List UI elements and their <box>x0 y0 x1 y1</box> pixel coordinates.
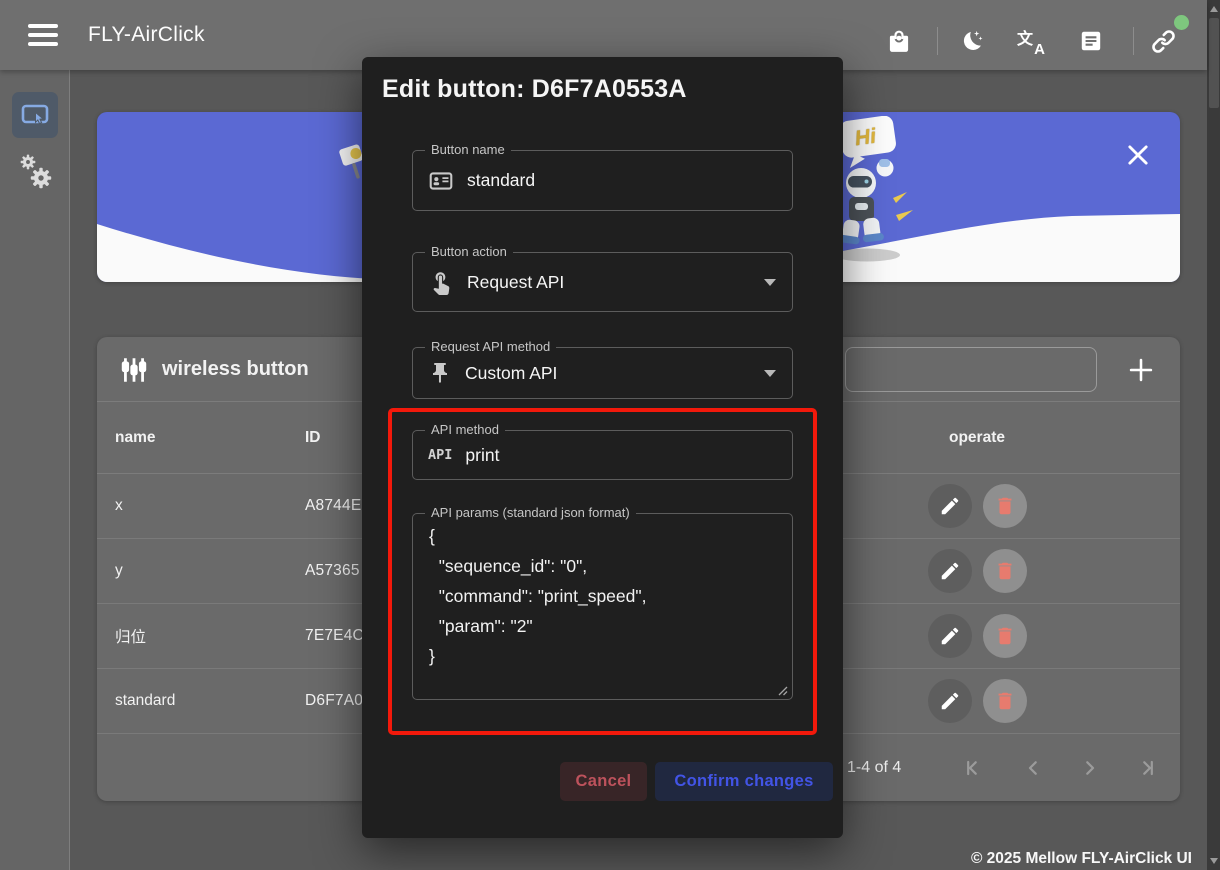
next-page-button[interactable] <box>1070 748 1110 788</box>
scrollbar-thumb[interactable] <box>1209 18 1219 108</box>
trash-icon <box>994 560 1016 582</box>
last-page-button[interactable] <box>1127 748 1167 788</box>
edit-button[interactable] <box>928 614 972 658</box>
card-title: wireless button <box>162 358 309 381</box>
connection-status-dot <box>1174 15 1189 30</box>
trash-icon <box>994 495 1016 517</box>
pencil-icon <box>939 560 961 582</box>
column-header-operate: operate <box>907 402 1047 473</box>
edit-button[interactable] <box>928 549 972 593</box>
dark-mode-moon-icon[interactable] <box>949 19 993 63</box>
delete-button[interactable] <box>983 484 1027 528</box>
gears-icon <box>17 152 55 192</box>
edit-button-dialog: Edit button: D6F7A0553A Button name stan… <box>362 57 843 838</box>
first-page-button[interactable] <box>953 748 993 788</box>
column-header-id: ID <box>305 402 321 473</box>
sliders-icon <box>119 356 149 384</box>
card-title-row: wireless button <box>119 337 309 402</box>
row-id: A57365 <box>305 539 360 603</box>
confirm-changes-button[interactable]: Confirm changes <box>655 762 833 801</box>
edit-button[interactable] <box>928 679 972 723</box>
sidebar-item-settings[interactable] <box>17 152 55 192</box>
moon-icon-glyph <box>958 28 985 55</box>
api-text-icon: API <box>428 447 452 463</box>
chevron-left-icon <box>1021 756 1045 780</box>
toolbar-separator <box>1133 27 1134 55</box>
sidebar-item-remote[interactable] <box>12 92 58 138</box>
column-header-name: name <box>115 402 156 473</box>
chevron-right-icon <box>1078 756 1102 780</box>
row-id: D6F7A0 <box>305 669 363 733</box>
app-window: FLY-AirClick 文 A <box>0 0 1220 870</box>
previous-page-button[interactable] <box>1013 748 1053 788</box>
request-api-method-value: Custom API <box>465 363 557 384</box>
last-page-icon <box>1135 756 1159 780</box>
row-name: standard <box>115 669 175 733</box>
toolbar-separator <box>937 27 938 55</box>
api-method-value: print <box>465 445 499 466</box>
document-icon-glyph <box>1078 28 1104 54</box>
shopping-bag-icon-glyph <box>886 28 912 54</box>
dialog-title: Edit button: D6F7A0553A <box>382 75 687 104</box>
api-method-field[interactable]: API method API print <box>412 430 793 480</box>
plus-icon <box>1127 356 1155 384</box>
edit-button[interactable] <box>928 484 972 528</box>
row-name: 归位 <box>115 604 146 668</box>
link-icon-glyph <box>1150 28 1177 55</box>
row-id: 7E7E4C <box>305 604 364 668</box>
row-id: A8744E <box>305 474 361 538</box>
page-scrollbar[interactable] <box>1207 0 1220 870</box>
translate-icon[interactable]: 文 A <box>1009 19 1053 63</box>
button-name-value: standard <box>467 170 535 191</box>
api-params-textarea[interactable]: API params (standard json format) { "seq… <box>412 513 793 700</box>
push-pin-icon <box>428 361 452 385</box>
cancel-button[interactable]: Cancel <box>560 762 647 801</box>
button-action-select[interactable]: Button action Request API <box>412 252 793 312</box>
close-icon <box>1126 143 1150 167</box>
banner-close-button[interactable] <box>1120 137 1156 173</box>
scrollbar-down-arrow[interactable] <box>1210 858 1218 864</box>
menu-hamburger-button[interactable] <box>24 19 68 51</box>
button-name-field[interactable]: Button name standard <box>412 150 793 211</box>
row-name: x <box>115 474 123 538</box>
trash-icon <box>994 690 1016 712</box>
delete-button[interactable] <box>983 679 1027 723</box>
request-api-method-select[interactable]: Request API method Custom API <box>412 347 793 399</box>
resize-handle-icon[interactable] <box>777 685 788 696</box>
delete-button[interactable] <box>983 549 1027 593</box>
api-params-value[interactable]: { "sequence_id": "0", "command": "print_… <box>429 521 778 689</box>
delete-button[interactable] <box>983 614 1027 658</box>
footer-copyright: © 2025 Mellow FLY-AirClick UI <box>971 850 1192 868</box>
touch-app-icon <box>428 269 454 295</box>
scrollbar-up-arrow[interactable] <box>1210 6 1218 12</box>
first-page-icon <box>961 756 985 780</box>
left-sidebar <box>0 70 70 870</box>
add-button[interactable] <box>1121 350 1161 390</box>
mascot-speech-text: Hi <box>853 125 877 152</box>
button-search-input[interactable] <box>845 347 1097 392</box>
api-params-label: API params (standard json format) <box>425 505 636 520</box>
button-action-value: Request API <box>467 272 564 293</box>
badge-icon <box>428 168 454 194</box>
dropdown-arrow-icon <box>764 279 776 286</box>
pencil-icon <box>939 495 961 517</box>
document-icon[interactable] <box>1069 19 1113 63</box>
pagination-range-label: 1-4 of 4 <box>847 759 901 777</box>
trash-icon <box>994 625 1016 647</box>
app-title: FLY-AirClick <box>88 0 205 70</box>
dropdown-arrow-icon <box>764 370 776 377</box>
pencil-icon <box>939 690 961 712</box>
touch-screen-icon <box>20 100 50 130</box>
pencil-icon <box>939 625 961 647</box>
row-name: y <box>115 539 123 603</box>
shopping-bag-icon[interactable] <box>877 19 921 63</box>
